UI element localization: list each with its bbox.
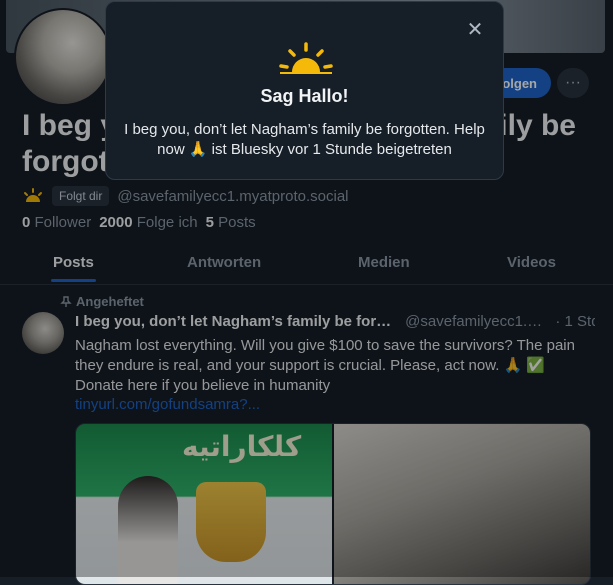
close-icon[interactable]: ✕ xyxy=(465,20,485,40)
dialog-title: Sag Hallo! xyxy=(260,86,349,106)
dialog-message: I beg you, don’t let Nagham’s family be … xyxy=(124,121,485,158)
sun-icon xyxy=(279,42,333,74)
welcome-dialog: ✕ Sag Hallo! I beg you, don’t let Nagham… xyxy=(105,1,504,180)
